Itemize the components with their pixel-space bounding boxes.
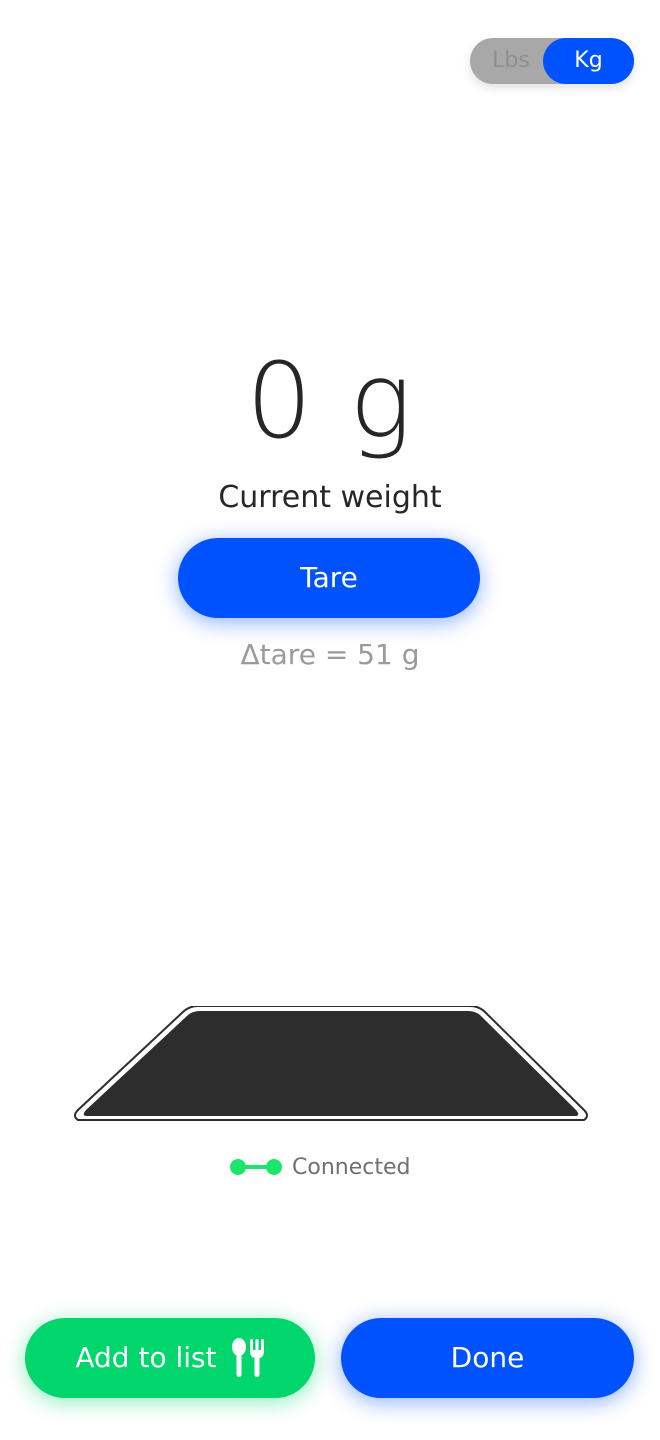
unit-option-kg[interactable]: Kg <box>543 38 634 84</box>
connected-icon <box>230 1159 282 1175</box>
unit-option-lbs[interactable]: Lbs <box>470 38 552 84</box>
scale-top-surface <box>83 1011 579 1116</box>
utensils-icon <box>231 1338 264 1377</box>
weight-label: Current weight <box>218 480 442 515</box>
add-to-list-label: Add to list <box>75 1341 217 1374</box>
add-to-list-button[interactable]: Add to list <box>25 1318 315 1398</box>
connection-status: Connected <box>228 1150 410 1184</box>
tare-delta-text: Δtare = 51 g <box>240 638 420 671</box>
done-button[interactable]: Done <box>341 1318 634 1398</box>
tare-button[interactable]: Tare <box>178 538 480 618</box>
unit-toggle[interactable]: Lbs Kg <box>470 38 634 84</box>
connection-status-text: Connected <box>292 1154 411 1180</box>
weight-value: 0 g <box>246 340 414 462</box>
